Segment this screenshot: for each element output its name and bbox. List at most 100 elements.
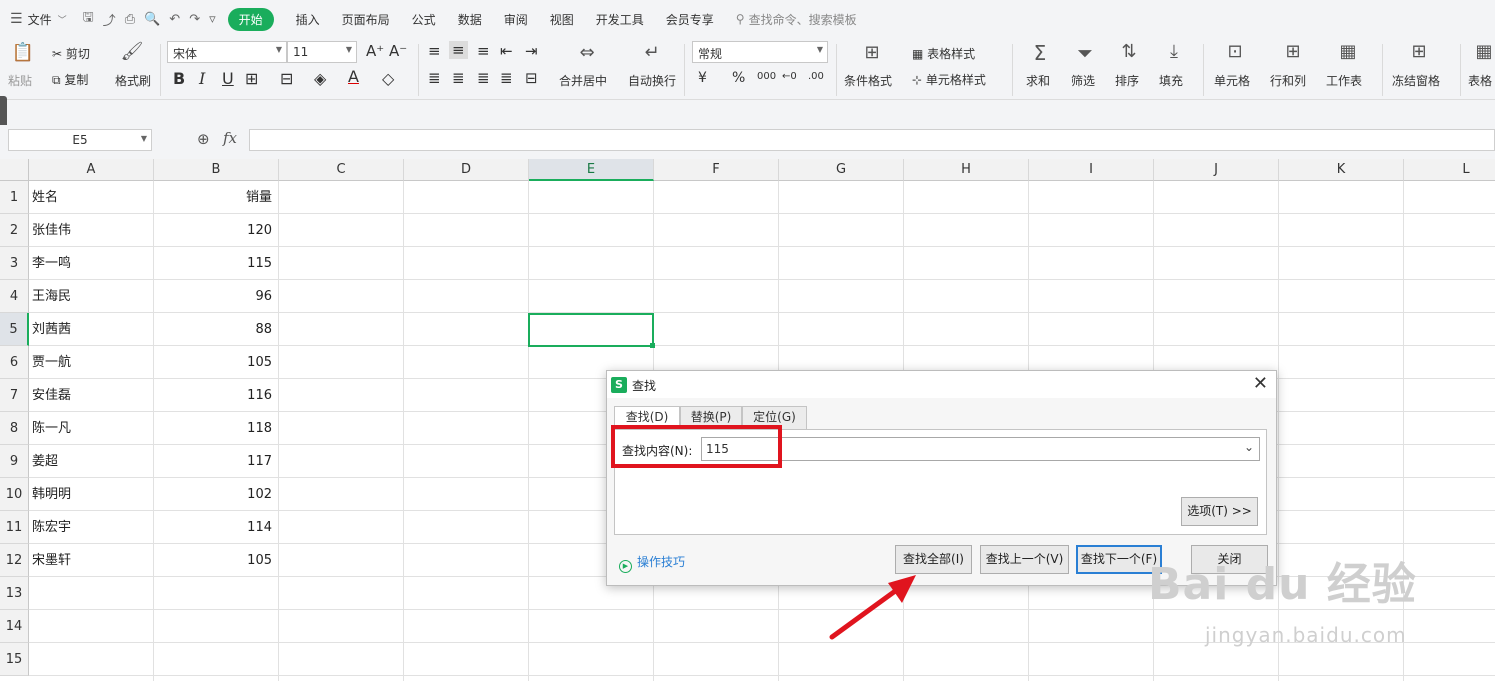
row-header[interactable]: 6 xyxy=(0,346,29,379)
cell-sales[interactable]: 117 xyxy=(154,445,276,478)
column-header-c[interactable]: C xyxy=(279,159,404,181)
row-header[interactable]: 9 xyxy=(0,445,29,478)
freeze-button[interactable]: 冻结窗格 xyxy=(1392,72,1440,89)
tab-home[interactable]: 开始 xyxy=(227,7,274,31)
chevron-down-icon[interactable]: ﹀ xyxy=(58,13,67,26)
row-header[interactable]: 14 xyxy=(0,610,29,643)
align-bottom-icon[interactable]: ≡ xyxy=(477,42,490,60)
column-header-e[interactable]: E xyxy=(529,159,654,181)
cell-sales[interactable]: 120 xyxy=(154,214,276,247)
filter-button[interactable]: 筛选 xyxy=(1071,72,1095,89)
format-painter-button[interactable]: 格式刷 xyxy=(115,72,151,89)
options-button[interactable]: 选项(T) >> xyxy=(1181,497,1258,526)
align-right-icon[interactable]: ≣ xyxy=(477,69,490,87)
command-search-input[interactable]: 查找命令、搜索模板 xyxy=(749,11,857,28)
fill-icon[interactable]: ⤓ xyxy=(1162,41,1186,62)
cell-sales[interactable]: 销量 xyxy=(154,181,276,214)
align-left-icon[interactable]: ≣ xyxy=(428,69,441,87)
undo-icon[interactable]: ↶ xyxy=(169,12,180,27)
print-preview-icon[interactable]: 🔍 xyxy=(144,12,160,27)
column-header-j[interactable]: J xyxy=(1154,159,1279,181)
cell-fill-icon[interactable]: ⊟ xyxy=(280,69,293,88)
tab-view[interactable]: 视图 xyxy=(550,11,574,28)
table-tools-icon[interactable]: ▦ xyxy=(1472,41,1495,62)
tab-developer[interactable]: 开发工具 xyxy=(596,11,644,28)
column-header-a[interactable]: A xyxy=(29,159,154,181)
row-header[interactable]: 10 xyxy=(0,478,29,511)
more-icon[interactable]: ▿ xyxy=(209,12,216,27)
decrease-decimal-icon[interactable]: .00 xyxy=(808,71,824,82)
merge-center-button[interactable]: 合并居中 xyxy=(559,72,607,89)
number-format-select[interactable]: 常规 ▼ xyxy=(692,41,828,63)
column-header-k[interactable]: K xyxy=(1279,159,1404,181)
cell-style-button[interactable]: ⊹ 单元格样式 xyxy=(912,71,986,88)
save-icon[interactable]: 🖫 xyxy=(83,8,94,30)
fx-icon[interactable]: fx xyxy=(223,129,237,147)
hamburger-icon[interactable]: ☰ xyxy=(10,11,23,27)
chevron-down-icon[interactable]: ⌄ xyxy=(1244,440,1254,454)
bold-icon[interactable]: B xyxy=(173,69,185,88)
row-header[interactable]: 13 xyxy=(0,577,29,610)
eraser-icon[interactable]: ◇ xyxy=(382,69,394,88)
row-header[interactable]: 1 xyxy=(0,181,29,214)
cell-name[interactable] xyxy=(32,610,150,643)
cell-name[interactable]: 刘茜茜 xyxy=(32,313,150,346)
cell-icon[interactable]: ⊡ xyxy=(1222,41,1248,62)
cell-button[interactable]: 单元格 xyxy=(1214,72,1250,89)
cell-name[interactable]: 韩明明 xyxy=(32,478,150,511)
fill-handle[interactable] xyxy=(650,343,655,348)
cell-name[interactable]: 贾一航 xyxy=(32,346,150,379)
cell-name[interactable]: 陈一凡 xyxy=(32,412,150,445)
print-icon[interactable]: ⎙ xyxy=(125,12,135,27)
column-header-b[interactable]: B xyxy=(154,159,279,181)
cell-name[interactable]: 宋墨轩 xyxy=(32,544,150,577)
cell-sales[interactable] xyxy=(154,610,276,643)
cell-name[interactable]: 李一鸣 xyxy=(32,247,150,280)
align-middle-icon[interactable]: ≡ xyxy=(449,41,468,59)
row-header[interactable]: 7 xyxy=(0,379,29,412)
currency-icon[interactable]: ¥ xyxy=(698,70,707,86)
column-header-i[interactable]: I xyxy=(1029,159,1154,181)
sum-icon[interactable]: Σ xyxy=(1028,41,1052,65)
tab-formulas[interactable]: 公式 xyxy=(412,11,436,28)
column-header-f[interactable]: F xyxy=(654,159,779,181)
tab-data[interactable]: 数据 xyxy=(458,11,482,28)
redo-icon[interactable]: ↷ xyxy=(189,12,200,27)
active-cell[interactable] xyxy=(528,313,655,348)
font-family-select[interactable]: 宋体 ▼ xyxy=(167,41,287,63)
cell-name[interactable] xyxy=(32,577,150,610)
table-tools-button[interactable]: 表格 xyxy=(1468,72,1492,89)
cell-name[interactable]: 王海民 xyxy=(32,280,150,313)
select-all-corner[interactable] xyxy=(0,159,29,181)
font-color-icon[interactable]: A xyxy=(348,67,359,86)
freeze-icon[interactable]: ⊞ xyxy=(1406,41,1432,62)
copy-button[interactable]: ⧉ 复制 xyxy=(52,71,88,88)
zoom-icon[interactable]: ⊕ xyxy=(197,130,210,148)
row-header[interactable]: 15 xyxy=(0,643,29,676)
row-col-button[interactable]: 行和列 xyxy=(1270,72,1306,89)
decrease-font-icon[interactable]: A⁻ xyxy=(389,42,407,60)
row-header[interactable]: 2 xyxy=(0,214,29,247)
cell-name[interactable]: 姓名 xyxy=(32,181,150,214)
row-header[interactable]: 4 xyxy=(0,280,29,313)
row-header[interactable]: 12 xyxy=(0,544,29,577)
find-input[interactable]: 115 ⌄ xyxy=(701,437,1260,461)
row-header[interactable]: 11 xyxy=(0,511,29,544)
row-header[interactable]: 5 xyxy=(0,313,29,346)
table-style-button[interactable]: ▦ 表格样式 xyxy=(912,45,975,62)
column-header-h[interactable]: H xyxy=(904,159,1029,181)
cell-sales[interactable]: 105 xyxy=(154,346,276,379)
sort-button[interactable]: 排序 xyxy=(1115,72,1139,89)
cell-name[interactable] xyxy=(32,643,150,676)
fill-color-icon[interactable]: ◈ xyxy=(314,69,326,88)
indent-increase-icon[interactable]: ⇥ xyxy=(525,42,538,60)
align-top-icon[interactable]: ≡ xyxy=(428,42,441,60)
font-size-select[interactable]: 11 ▼ xyxy=(287,41,357,63)
worksheet-button[interactable]: 工作表 xyxy=(1326,72,1362,89)
filter-icon[interactable]: ⏷ xyxy=(1073,41,1097,65)
conditional-format-icon[interactable]: ⊞ xyxy=(858,42,886,63)
row-header[interactable]: 3 xyxy=(0,247,29,280)
cell-sales[interactable]: 102 xyxy=(154,478,276,511)
cell-name[interactable]: 陈宏宇 xyxy=(32,511,150,544)
close-icon[interactable]: ✕ xyxy=(1253,373,1268,394)
